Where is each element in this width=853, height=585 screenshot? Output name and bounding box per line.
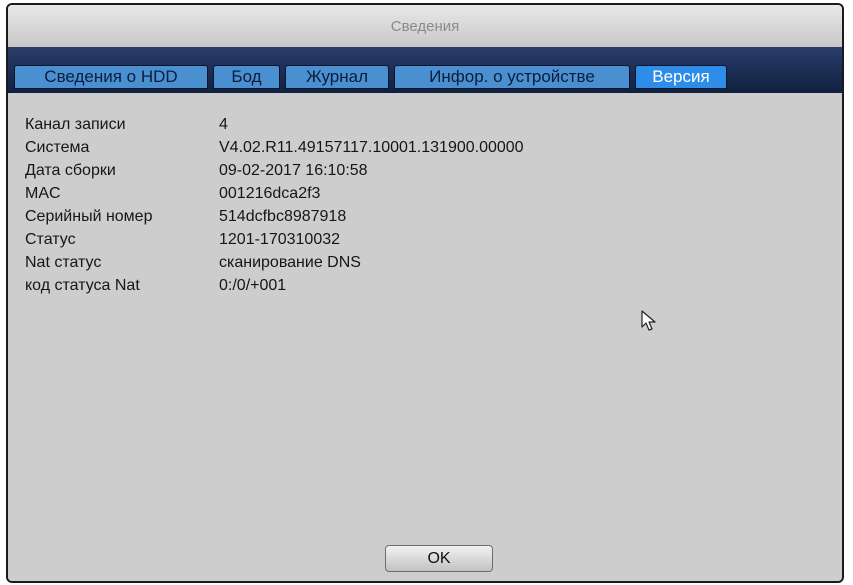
info-label: Статус [25, 231, 76, 248]
info-label: Серийный номер [25, 208, 153, 225]
tab-hdd-info[interactable]: Сведения о HDD [14, 65, 208, 89]
version-info-window: Сведения Сведения о HDD Бод Журнал Инфор… [6, 3, 844, 583]
tab-log[interactable]: Журнал [285, 65, 389, 89]
info-value: сканирование DNS [219, 254, 361, 271]
info-list: Канал записи 4 Система V4.02.R11.49157117.… [25, 113, 524, 297]
info-value: 1201-170310032 [219, 231, 341, 248]
info-row-record-channels: Канал записи 4 [25, 113, 524, 136]
info-label: Nat статус [25, 254, 102, 271]
info-row-nat-status: Nat статус сканирование DNS [25, 251, 524, 274]
tab-version[interactable]: Версия [635, 65, 727, 89]
info-value: 0:/0/+001 [219, 277, 287, 294]
info-label: Дата сборки [25, 162, 116, 179]
info-row-serial-number: Серийный номер 514dcfbc8987918 [25, 205, 524, 228]
info-value: 001216dca2f3 [219, 185, 321, 202]
info-label: MAC [25, 185, 61, 202]
mouse-pointer-icon [641, 310, 656, 331]
info-value: V4.02.R11.49157117.10001.131900.00000 [219, 139, 524, 156]
window-title: Сведения [390, 18, 460, 35]
ok-button[interactable]: OK [385, 545, 493, 572]
info-value: 4 [219, 116, 228, 133]
tab-strip: Сведения о HDD Бод Журнал Инфор. о устро… [8, 47, 842, 93]
info-row-mac: MAC 001216dca2f3 [25, 182, 524, 205]
info-row-nat-status-code: код статуса Nat 0:/0/+001 [25, 274, 524, 297]
tab-baud[interactable]: Бод [213, 65, 280, 89]
tab-device-info[interactable]: Инфор. о устройстве [394, 65, 630, 89]
info-value: 09-02-2017 16:10:58 [219, 162, 368, 179]
info-value: 514dcfbc8987918 [219, 208, 347, 225]
info-row-build-date: Дата сборки 09-02-2017 16:10:58 [25, 159, 524, 182]
info-label: Система [25, 139, 90, 156]
info-row-status: Статус 1201-170310032 [25, 228, 524, 251]
version-panel: Канал записи 4 Система V4.02.R11.49157117.… [8, 93, 842, 581]
info-label: код статуса Nat [25, 277, 140, 294]
title-bar: Сведения [8, 5, 842, 48]
info-row-system: Система V4.02.R11.49157117.10001.131900.0… [25, 136, 524, 159]
info-label: Канал записи [25, 116, 126, 133]
